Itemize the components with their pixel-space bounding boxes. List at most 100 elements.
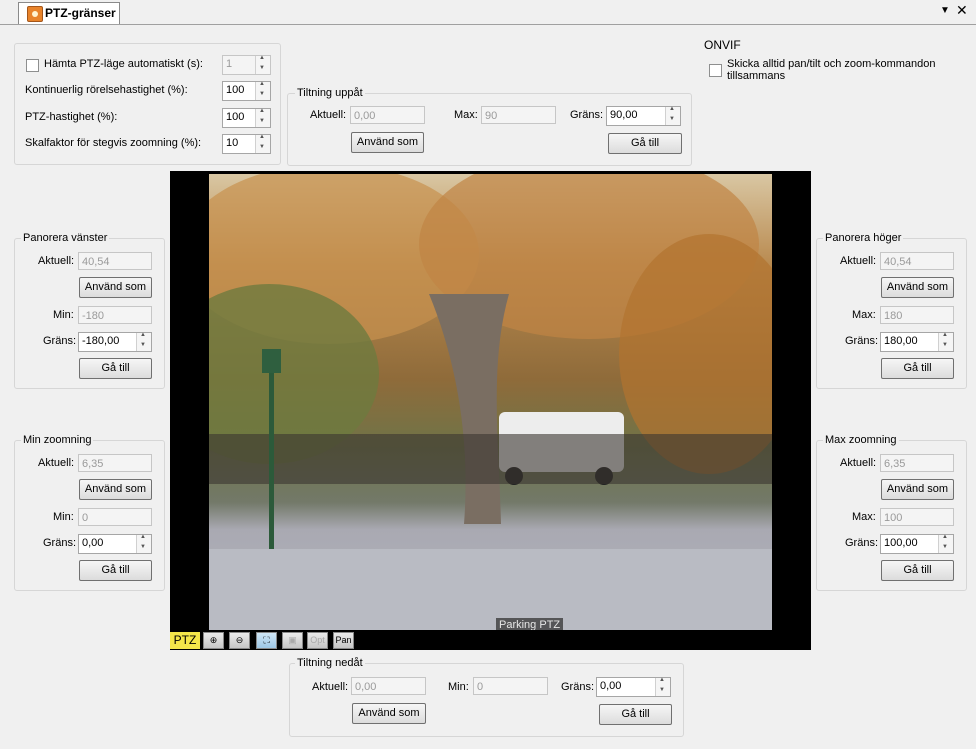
pan-right-group: Panorera höger Aktuell: 40,54 Använd som… xyxy=(816,232,967,389)
continuous-speed-value: 100 xyxy=(226,84,245,96)
zoom-in-icon[interactable]: ⊕ xyxy=(203,632,224,649)
pan-left-min-label: Min: xyxy=(53,309,74,321)
ptz-mode-badge[interactable]: PTZ xyxy=(170,632,200,649)
zoom-min-min-field: 0 xyxy=(78,508,152,526)
opt-button[interactable]: Opt xyxy=(307,632,328,649)
tilt-up-limit-stepper[interactable]: 90,00 xyxy=(606,106,681,126)
tilt-down-group: Tiltning nedåt Aktuell: 0,00 Min: 0 Grän… xyxy=(289,657,684,737)
tilt-down-goto-button[interactable]: Gå till xyxy=(599,704,672,725)
camera-image: Parking PTZ xyxy=(209,174,772,630)
video-toolbar: PTZ ⊕ ⊖ ⛶ ▣ Opt Pan xyxy=(170,631,356,650)
fit-icon[interactable]: ⛶ xyxy=(256,632,277,649)
onvif-group: ONVIF Skicka alltid pan/tilt och zoom-ko… xyxy=(697,38,962,163)
pan-right-title: Panorera höger xyxy=(823,232,904,244)
onvif-title: ONVIF xyxy=(704,38,741,52)
tab-bar: PTZ-gränser ▼ ✕ xyxy=(0,0,976,25)
tilt-down-use-button[interactable]: Använd som xyxy=(352,703,426,724)
tilt-down-limit-value: 0,00 xyxy=(600,680,622,692)
pan-button[interactable]: Pan xyxy=(333,632,354,649)
pan-left-min-field: -180 xyxy=(78,306,152,324)
zoom-max-max-field: 100 xyxy=(880,508,954,526)
zoom-min-current-field: 6,35 xyxy=(78,454,152,472)
close-icon[interactable]: ✕ xyxy=(956,2,968,19)
onvif-checkbox-label: Skicka alltid pan/tilt och zoom-kommando… xyxy=(727,58,936,82)
ptz-speed-stepper[interactable]: 100 xyxy=(222,108,271,128)
tab-ptz-limits[interactable]: PTZ-gränser xyxy=(18,2,120,24)
zoom-max-group: Max zoomning Aktuell: 6,35 Använd som Ma… xyxy=(816,434,967,591)
tilt-up-title: Tiltning uppåt xyxy=(295,87,365,99)
auto-ptz-value: 1 xyxy=(226,58,233,70)
zoom-scale-label: Skalfaktor för stegvis zoomning (%): xyxy=(25,137,202,149)
pan-left-group: Panorera vänster Aktuell: 40,54 Använd s… xyxy=(14,232,165,389)
pan-left-goto-button[interactable]: Gå till xyxy=(79,358,152,379)
zoom-max-use-button[interactable]: Använd som xyxy=(881,479,954,500)
pan-right-max-label: Max: xyxy=(852,309,876,321)
tilt-up-use-button[interactable]: Använd som xyxy=(351,132,424,153)
zoom-max-limit-value: 100,00 xyxy=(884,537,918,549)
zoom-min-limit-value: 0,00 xyxy=(82,537,104,549)
tab-title: PTZ-gränser xyxy=(45,6,116,20)
tilt-up-current-label: Aktuell: xyxy=(310,109,347,121)
tilt-up-limit-value: 90,00 xyxy=(610,109,638,121)
tilt-down-current-label: Aktuell: xyxy=(312,681,349,693)
pan-left-use-button[interactable]: Använd som xyxy=(79,277,152,298)
zoom-out-icon[interactable]: ⊖ xyxy=(229,632,250,649)
tilt-up-max-label: Max: xyxy=(454,109,478,121)
pan-left-current-field: 40,54 xyxy=(78,252,152,270)
zoom-max-max-label: Max: xyxy=(852,511,876,523)
zoom-max-goto-button[interactable]: Gå till xyxy=(881,560,954,581)
tilt-up-goto-button[interactable]: Gå till xyxy=(608,133,682,154)
auto-ptz-checkbox[interactable] xyxy=(26,59,39,72)
pan-right-current-label: Aktuell: xyxy=(840,255,877,267)
zoom-min-group: Min zoomning Aktuell: 6,35 Använd som Mi… xyxy=(14,434,165,591)
tilt-up-limit-label: Gräns: xyxy=(570,109,604,121)
general-settings-group: Hämta PTZ-läge automatiskt (s): 1 Kontin… xyxy=(14,43,281,165)
auto-ptz-stepper[interactable]: 1 xyxy=(222,55,271,75)
tilt-down-min-label: Min: xyxy=(448,681,469,693)
pan-right-goto-button[interactable]: Gå till xyxy=(881,358,954,379)
pan-right-current-field: 40,54 xyxy=(880,252,954,270)
camera-video-view[interactable]: Parking PTZ PTZ ⊕ ⊖ ⛶ ▣ Opt Pan xyxy=(170,171,811,650)
zoom-max-limit-stepper[interactable]: 100,00 xyxy=(880,534,954,554)
zoom-min-title: Min zoomning xyxy=(21,434,94,446)
pan-right-limit-stepper[interactable]: 180,00 xyxy=(880,332,954,352)
dropdown-arrow-icon[interactable]: ▼ xyxy=(940,5,950,16)
tilt-down-current-field: 0,00 xyxy=(351,677,426,695)
pan-right-limit-value: 180,00 xyxy=(884,335,918,347)
pan-right-limit-label: Gräns: xyxy=(845,335,879,347)
pan-left-limit-label: Gräns: xyxy=(43,335,77,347)
continuous-speed-label: Kontinuerlig rörelsehastighet (%): xyxy=(25,84,188,96)
zoom-scale-stepper[interactable]: 10 xyxy=(222,134,271,154)
ptz-speed-label: PTZ-hastighet (%): xyxy=(25,111,118,123)
tilt-down-min-field: 0 xyxy=(473,677,548,695)
pan-left-limit-stepper[interactable]: -180,00 xyxy=(78,332,152,352)
pan-right-use-button[interactable]: Använd som xyxy=(881,277,954,298)
tilt-down-limit-stepper[interactable]: 0,00 xyxy=(596,677,671,697)
zoom-max-title: Max zoomning xyxy=(823,434,899,446)
zoom-min-min-label: Min: xyxy=(53,511,74,523)
tilt-up-max-field: 90 xyxy=(481,106,556,124)
continuous-speed-stepper[interactable]: 100 xyxy=(222,81,271,101)
zoom-min-current-label: Aktuell: xyxy=(38,457,75,469)
fullscreen-icon[interactable]: ▣ xyxy=(282,632,303,649)
zoom-max-limit-label: Gräns: xyxy=(845,537,879,549)
zoom-min-limit-stepper[interactable]: 0,00 xyxy=(78,534,152,554)
tilt-down-title: Tiltning nedåt xyxy=(295,657,365,669)
tilt-down-limit-label: Gräns: xyxy=(561,681,595,693)
ptz-speed-value: 100 xyxy=(226,111,245,123)
auto-ptz-label: Hämta PTZ-läge automatiskt (s): xyxy=(44,58,203,70)
zoom-min-limit-label: Gräns: xyxy=(43,537,77,549)
zoom-min-goto-button[interactable]: Gå till xyxy=(79,560,152,581)
zoom-max-current-label: Aktuell: xyxy=(840,457,877,469)
tilt-up-current-field: 0,00 xyxy=(350,106,425,124)
pan-right-max-field: 180 xyxy=(880,306,954,324)
zoom-min-use-button[interactable]: Använd som xyxy=(79,479,152,500)
camera-name-label: Parking PTZ xyxy=(496,618,564,630)
ptz-camera-icon xyxy=(27,6,43,22)
onvif-checkbox[interactable] xyxy=(709,64,722,77)
pan-left-current-label: Aktuell: xyxy=(38,255,75,267)
tilt-up-group: Tiltning uppåt Aktuell: 0,00 Max: 90 Grä… xyxy=(287,87,692,166)
zoom-max-current-field: 6,35 xyxy=(880,454,954,472)
pan-left-limit-value: -180,00 xyxy=(82,335,120,347)
pan-left-title: Panorera vänster xyxy=(21,232,110,244)
